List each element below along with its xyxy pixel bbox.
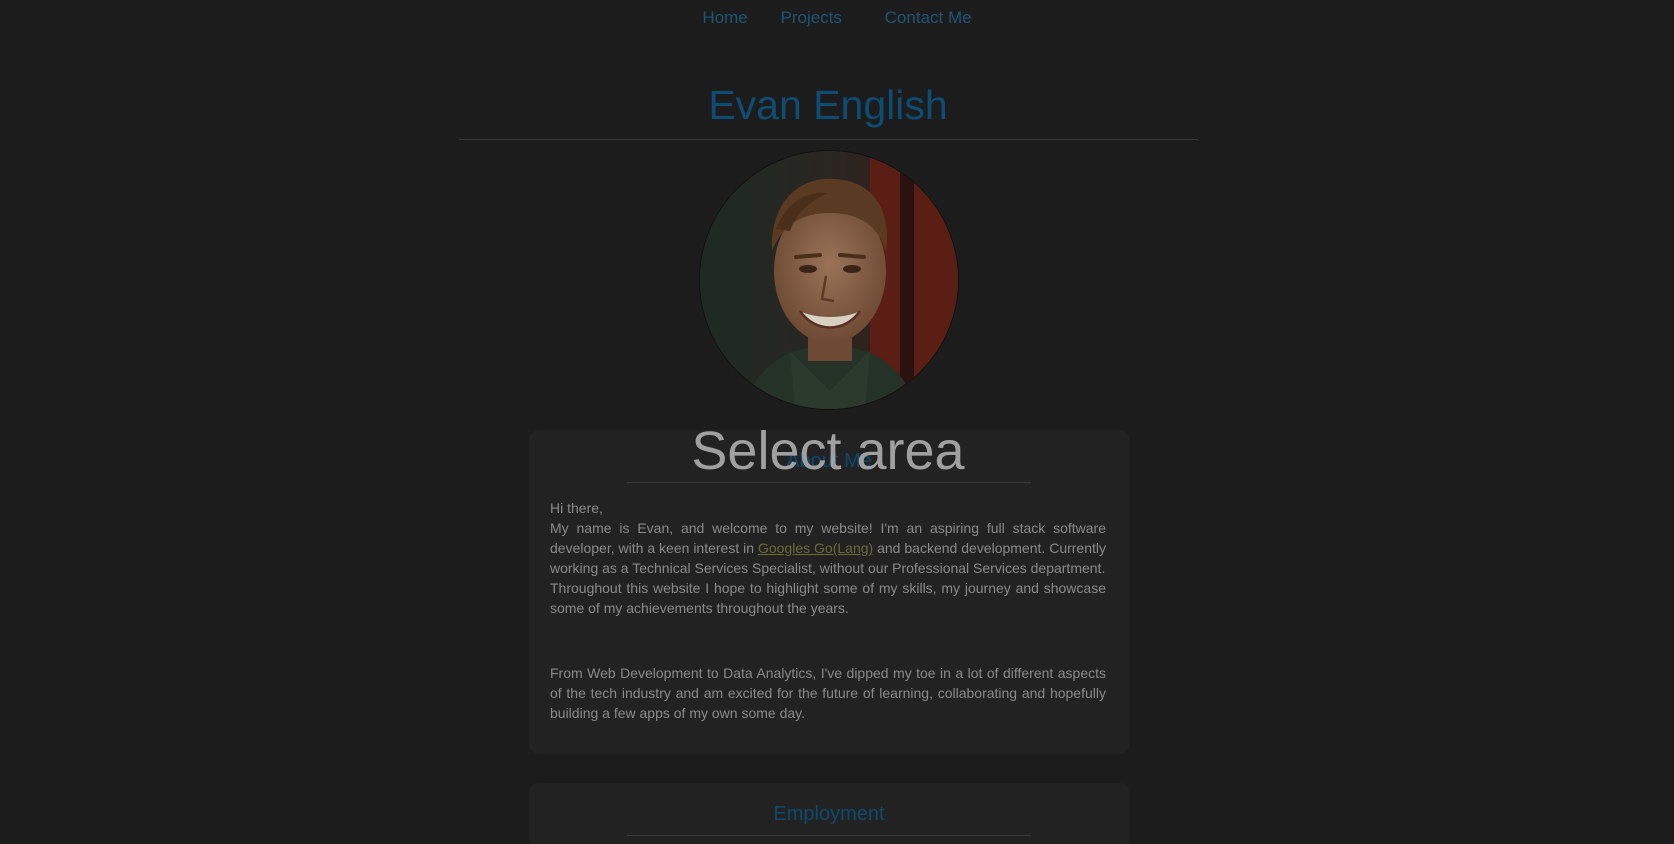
about-intro-paragraph: My name is Evan, and welcome to my websi… bbox=[550, 518, 1106, 578]
about-title: About Me bbox=[786, 450, 872, 472]
about-card: About Me Hi there, My name is Evan, and … bbox=[529, 430, 1129, 754]
about-greeting: Hi there, bbox=[550, 500, 603, 516]
about-divider bbox=[627, 482, 1031, 483]
employment-card: Employment bbox=[529, 783, 1129, 844]
about-journey-paragraph: Throughout this website I hope to highli… bbox=[550, 580, 1106, 616]
employment-divider bbox=[627, 835, 1031, 836]
page-title: Evan English bbox=[708, 82, 948, 128]
nav-projects-link[interactable]: Projects bbox=[781, 8, 842, 28]
nav-contact-link[interactable]: Contact Me bbox=[885, 8, 972, 28]
avatar bbox=[699, 150, 959, 410]
page: Home Projects Contact Me Evan English Ab… bbox=[0, 0, 1674, 844]
title-divider bbox=[459, 139, 1198, 140]
about-body: Hi there, My name is Evan, and welcome t… bbox=[550, 498, 1106, 723]
nav-home-link[interactable]: Home bbox=[702, 8, 747, 28]
top-nav: Home Projects Contact Me bbox=[0, 8, 1674, 28]
employment-title: Employment bbox=[773, 803, 885, 825]
golang-link[interactable]: Googles Go(Lang) bbox=[758, 540, 873, 556]
profile-photo-icon bbox=[700, 151, 958, 409]
about-future-paragraph: From Web Development to Data Analytics, … bbox=[550, 665, 1106, 721]
